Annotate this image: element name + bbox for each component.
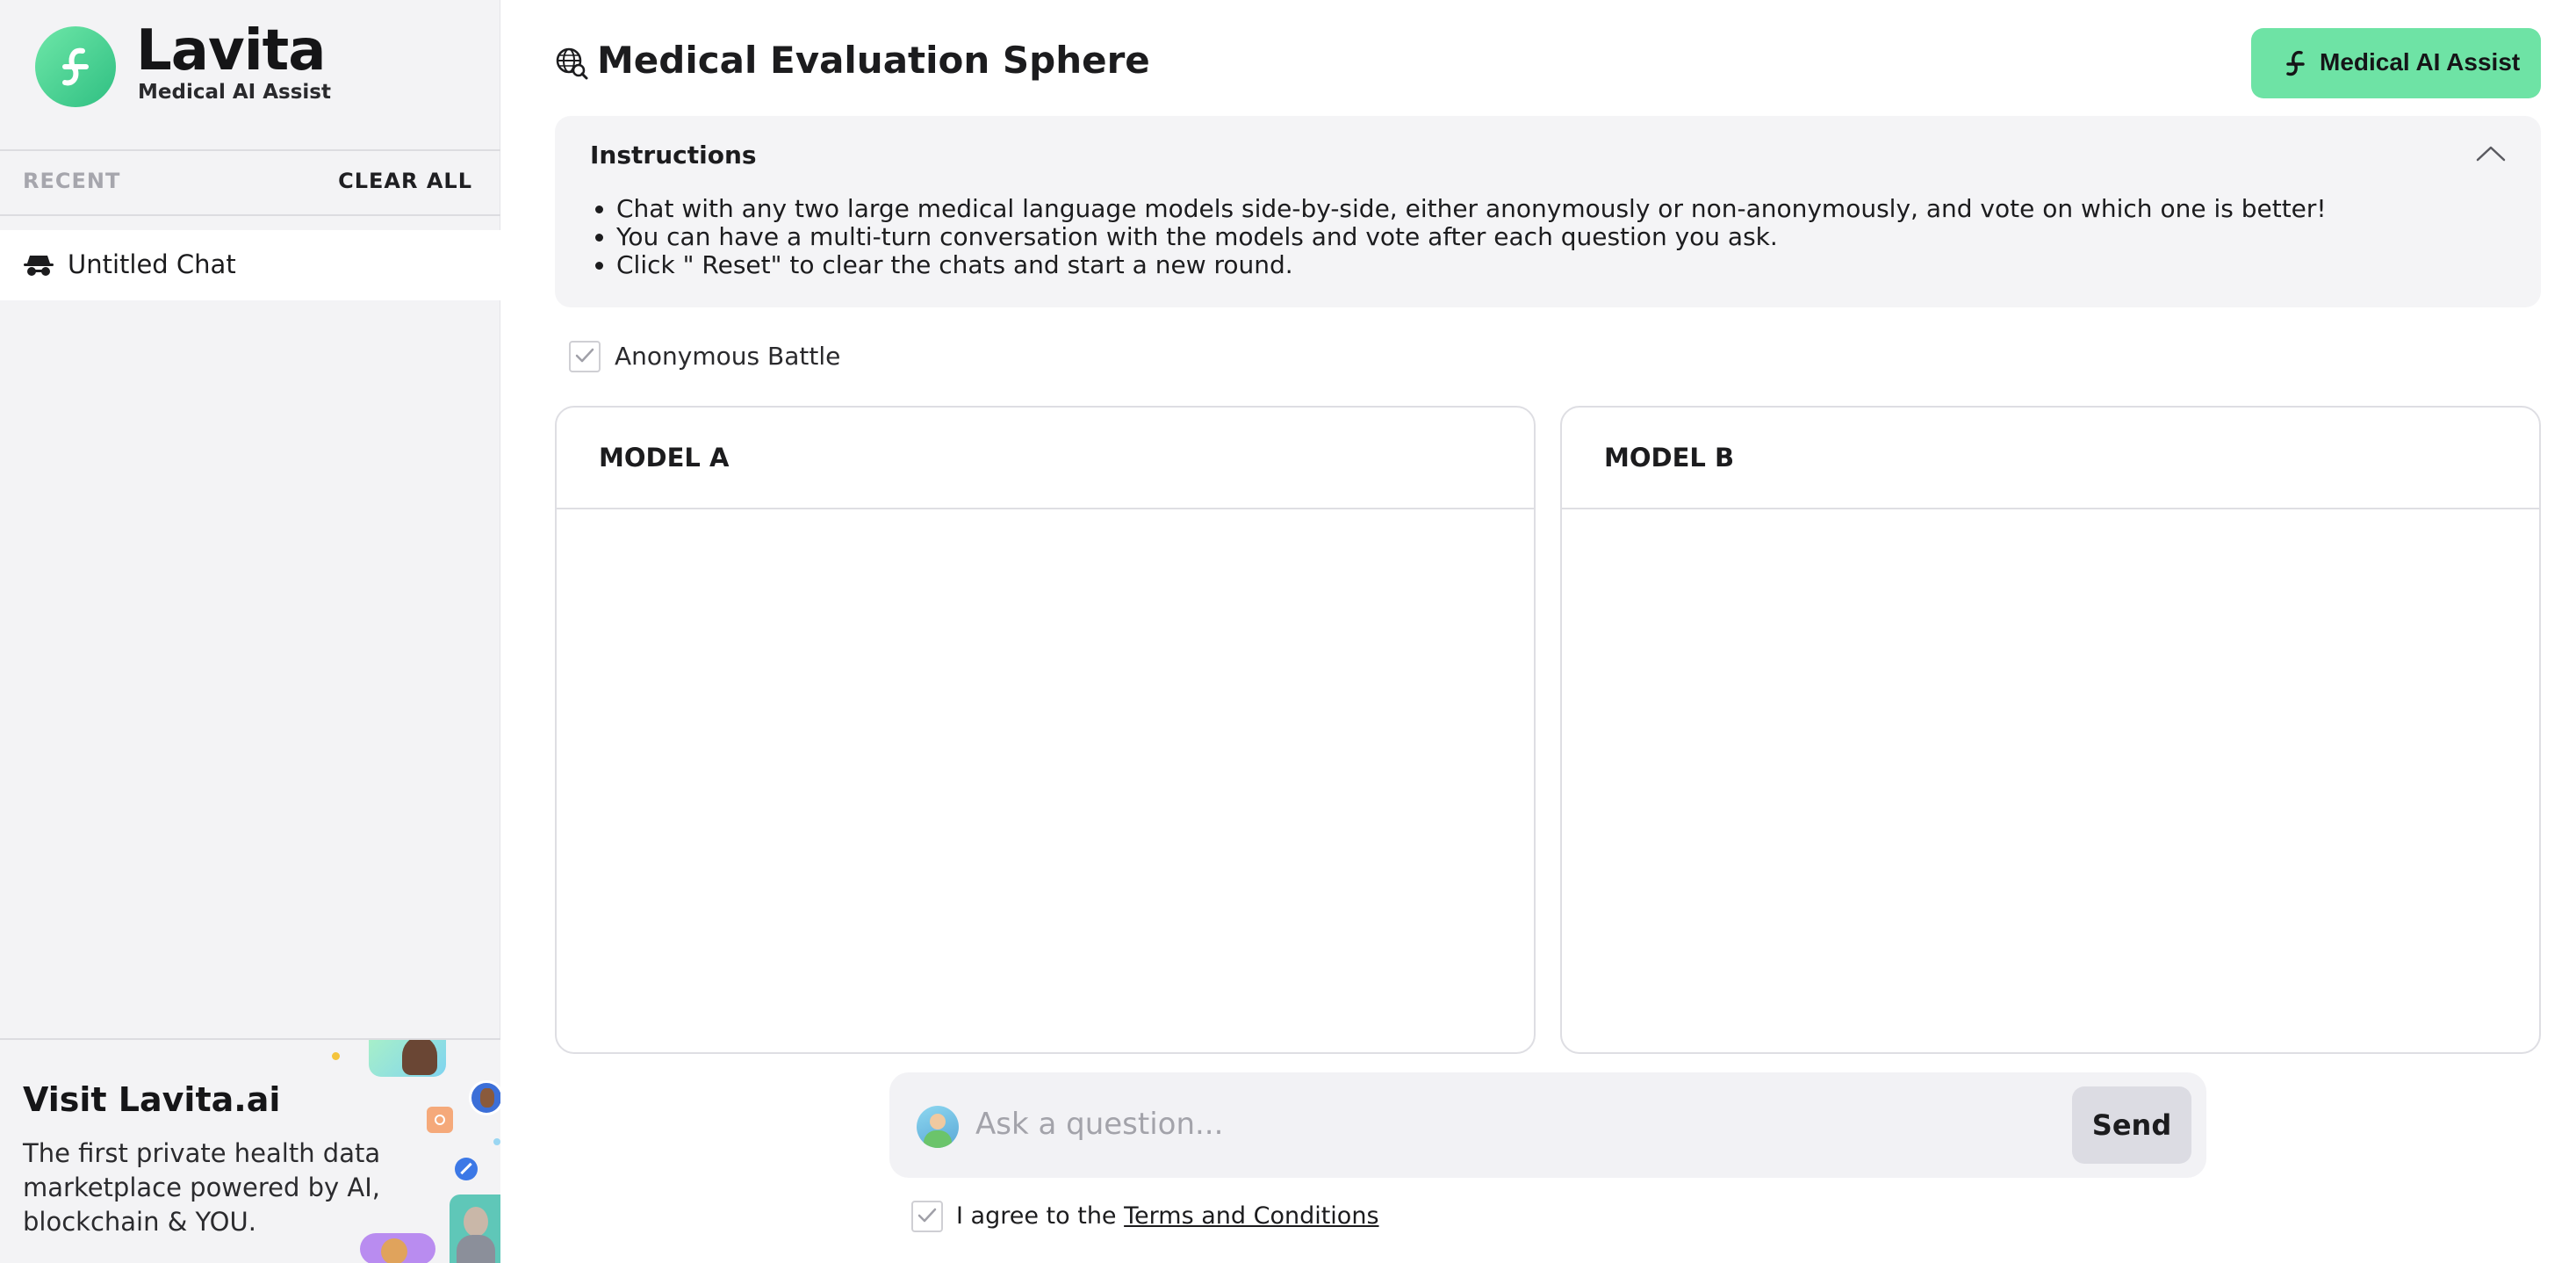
globe-search-icon xyxy=(555,47,588,83)
promo-dot xyxy=(493,1138,500,1145)
lavita-logo-icon xyxy=(35,26,116,107)
instructions-list: Chat with any two large medical language… xyxy=(616,195,2327,279)
chat-list-item[interactable]: Untitled Chat xyxy=(0,230,500,300)
anonymous-battle-checkbox[interactable] xyxy=(569,341,601,372)
lavita-logo-icon xyxy=(2286,50,2305,76)
terms-agreement: I agree to the Terms and Conditions xyxy=(956,1202,1379,1230)
terms-checkbox[interactable] xyxy=(911,1201,943,1232)
instruction-item: Click " Reset" to clear the chats and st… xyxy=(616,251,2327,279)
promo-text: The first private health data marketplac… xyxy=(23,1138,381,1237)
promo-avatar-image xyxy=(469,1080,500,1115)
brand-subtitle: Medical AI Assist xyxy=(138,81,331,104)
incognito-icon xyxy=(23,252,54,282)
model-a-header: MODEL A xyxy=(557,408,1534,509)
model-b-header: MODEL B xyxy=(1562,408,2539,509)
instructions-panel: Instructions Chat with any two large med… xyxy=(555,116,2541,307)
terms-and-conditions-link[interactable]: Terms and Conditions xyxy=(1124,1202,1378,1230)
medical-ai-assist-button[interactable]: Medical AI Assist xyxy=(2251,28,2541,98)
model-b-title: MODEL B xyxy=(1604,443,1735,473)
instructions-title: Instructions xyxy=(590,141,757,170)
page-title: Medical Evaluation Sphere xyxy=(597,39,1150,82)
anonymous-battle-label: Anonymous Battle xyxy=(615,342,841,371)
recent-label: RECENT xyxy=(23,169,121,193)
recent-header: RECENT CLEAR ALL xyxy=(0,149,500,216)
promo-card[interactable]: Visit Lavita.ai The first private health… xyxy=(0,1038,500,1263)
user-avatar xyxy=(917,1106,959,1148)
model-a-panel: MODEL A xyxy=(555,406,1536,1054)
clear-all-button[interactable]: CLEAR ALL xyxy=(338,169,472,193)
check-icon xyxy=(917,1208,937,1223)
send-button[interactable]: Send xyxy=(2072,1086,2191,1164)
question-composer: Send xyxy=(889,1072,2206,1178)
promo-avatar-image xyxy=(450,1194,500,1263)
promo-avatar-image xyxy=(369,1040,446,1077)
promo-badge xyxy=(455,1158,478,1180)
instruction-item: You can have a multi-turn conversation w… xyxy=(616,223,2327,251)
brand[interactable]: Lavita Medical AI Assist xyxy=(35,19,474,107)
model-a-title: MODEL A xyxy=(599,443,730,473)
chat-list-item-label: Untitled Chat xyxy=(68,249,236,279)
promo-dot xyxy=(332,1052,340,1060)
instruction-item: Chat with any two large medical language… xyxy=(616,195,2327,223)
sidebar: Lavita Medical AI Assist RECENT CLEAR AL… xyxy=(0,0,500,1263)
brand-name: Lavita xyxy=(136,18,326,83)
medical-ai-assist-label: Medical AI Assist xyxy=(2320,48,2521,76)
model-b-panel: MODEL B xyxy=(1560,406,2541,1054)
promo-avatar-image xyxy=(360,1233,435,1263)
promo-badge xyxy=(427,1107,453,1133)
chevron-up-icon[interactable] xyxy=(2476,144,2506,165)
promo-title: Visit Lavita.ai xyxy=(23,1080,281,1119)
check-icon xyxy=(575,348,594,363)
question-input[interactable] xyxy=(975,1093,2064,1155)
terms-prefix: I agree to the xyxy=(956,1202,1125,1230)
